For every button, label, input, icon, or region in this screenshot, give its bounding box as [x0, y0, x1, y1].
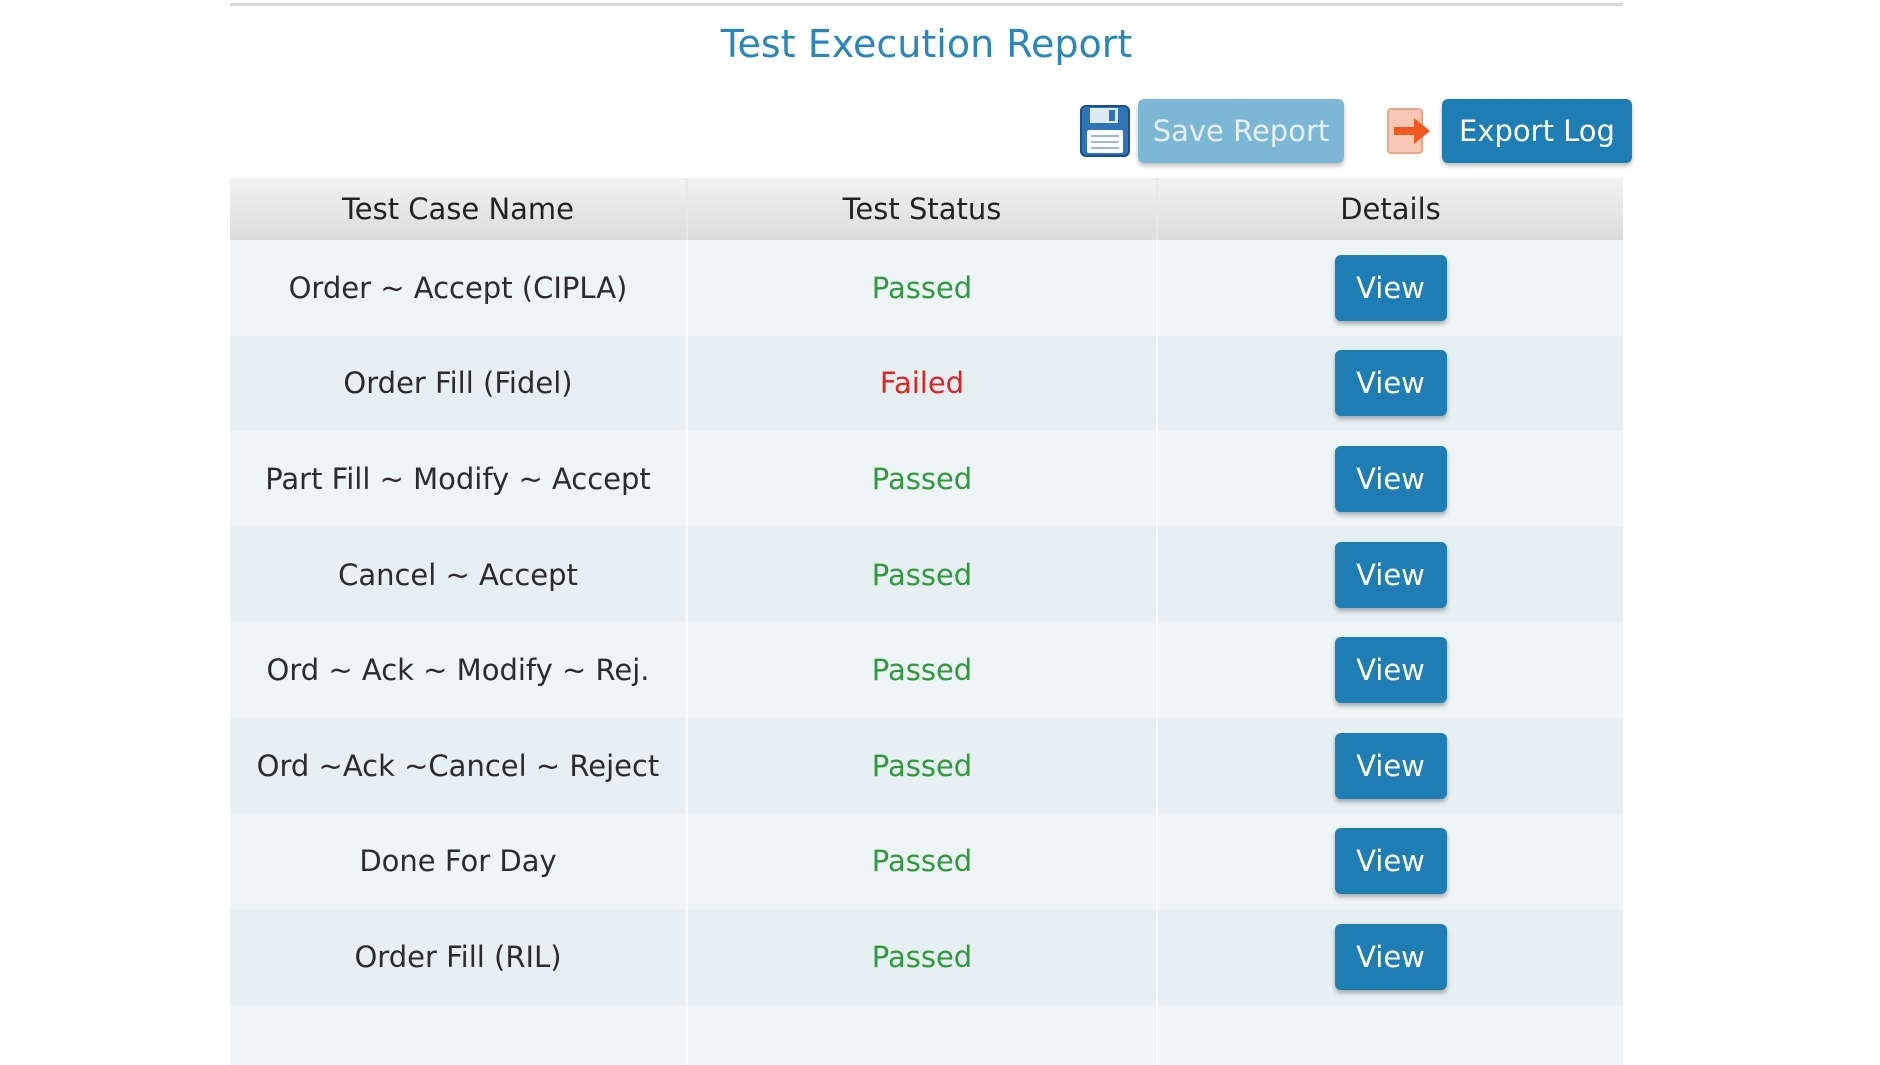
empty-cell: [688, 1004, 1158, 1065]
save-report-button[interactable]: Save Report: [1138, 99, 1344, 163]
test-status: Passed: [688, 240, 1158, 336]
header-test-case-name[interactable]: Test Case Name: [230, 178, 688, 240]
details-cell: View: [1158, 814, 1623, 910]
table-row: Ord ~Ack ~Cancel ~ Reject Passed View: [230, 717, 1623, 814]
top-divider: [230, 3, 1623, 6]
test-status: Failed: [688, 335, 1158, 432]
table-row: Ord ~ Ack ~ Modify ~ Rej. Passed View: [230, 622, 1623, 718]
test-case-name: Ord ~Ack ~Cancel ~ Reject: [230, 717, 688, 814]
details-cell: View: [1158, 718, 1623, 814]
view-details-button[interactable]: View: [1334, 637, 1447, 704]
table-row: Done For Day Passed View: [230, 813, 1623, 910]
details-cell: View: [1158, 622, 1623, 718]
test-case-name: Cancel ~ Accept: [230, 526, 688, 623]
table-row: Part Fill ~ Modify ~ Accept Passed View: [230, 431, 1623, 527]
view-details-button[interactable]: View: [1334, 445, 1447, 512]
test-status: Passed: [688, 717, 1158, 814]
test-report-table: Test Case Name Test Status Details Order…: [230, 178, 1623, 1065]
test-status: Passed: [688, 813, 1158, 910]
test-case-name: Done For Day: [230, 813, 688, 910]
test-status: Passed: [688, 909, 1158, 1005]
table-row: Cancel ~ Accept Passed View: [230, 526, 1623, 623]
view-details-button[interactable]: View: [1334, 350, 1447, 417]
export-log-button[interactable]: Export Log: [1442, 99, 1632, 163]
test-case-name: Order Fill (RIL): [230, 909, 688, 1005]
view-details-button[interactable]: View: [1334, 923, 1447, 990]
test-status: Passed: [688, 622, 1158, 718]
header-test-status[interactable]: Test Status: [688, 178, 1158, 240]
view-details-button[interactable]: View: [1334, 732, 1447, 799]
test-status: Passed: [688, 526, 1158, 623]
details-cell: View: [1158, 336, 1623, 432]
table-row: Order ~ Accept (CIPLA) Passed View: [230, 240, 1623, 336]
table-body: Order ~ Accept (CIPLA) Passed View Order Fi…: [230, 240, 1623, 1005]
details-cell: View: [1158, 527, 1623, 623]
empty-cell: [1158, 1005, 1623, 1065]
view-details-button[interactable]: View: [1334, 541, 1447, 608]
page-title: Test Execution Report: [720, 22, 1133, 66]
table-empty-row: [230, 1004, 1623, 1065]
test-status: Passed: [688, 431, 1158, 527]
floppy-disk-icon: [1076, 102, 1134, 160]
test-case-name: Order ~ Accept (CIPLA): [230, 240, 688, 336]
view-details-button[interactable]: View: [1334, 828, 1447, 895]
details-cell: View: [1158, 909, 1623, 1005]
report-toolbar: Save Report Export Log: [1076, 98, 1632, 164]
export-arrow-icon: [1380, 102, 1438, 160]
table-row: Order Fill (Fidel) Failed View: [230, 335, 1623, 432]
header-details[interactable]: Details: [1158, 178, 1623, 240]
table-header: Test Case Name Test Status Details: [230, 178, 1623, 240]
empty-cell: [230, 1004, 688, 1065]
view-details-button[interactable]: View: [1334, 254, 1447, 321]
details-cell: View: [1158, 240, 1623, 336]
table-row: Order Fill (RIL) Passed View: [230, 909, 1623, 1005]
details-cell: View: [1158, 431, 1623, 527]
test-case-name: Part Fill ~ Modify ~ Accept: [230, 431, 688, 527]
test-case-name: Ord ~ Ack ~ Modify ~ Rej.: [230, 622, 688, 718]
test-case-name: Order Fill (Fidel): [230, 335, 688, 432]
